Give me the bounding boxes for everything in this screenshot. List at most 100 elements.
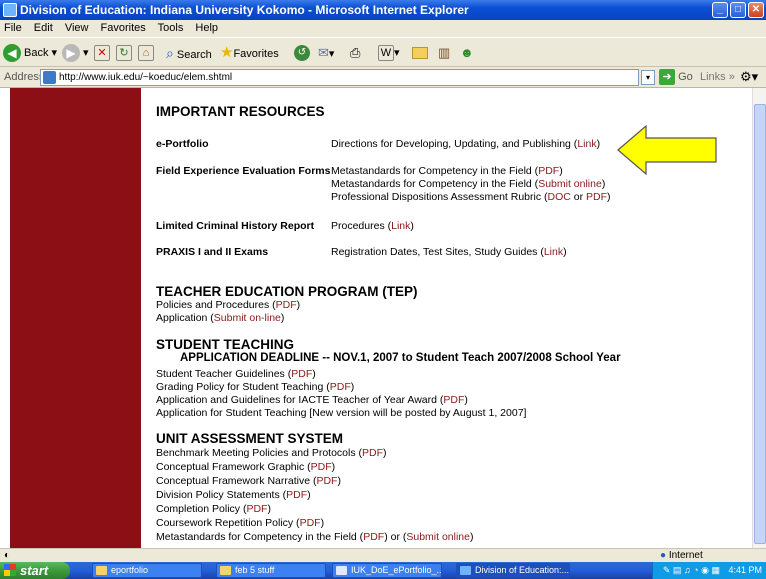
submit-online-link[interactable]: Submit online: [406, 531, 470, 543]
menu-file[interactable]: File: [4, 22, 22, 34]
address-url: http://www.iuk.edu/~koeduc/elem.shtml: [59, 72, 233, 83]
menu-help[interactable]: Help: [195, 22, 218, 34]
pdf-link[interactable]: PDF: [311, 461, 332, 473]
list-item: Application for Student Teaching [New ve…: [156, 407, 527, 419]
minimize-button[interactable]: _: [712, 2, 728, 18]
scrollbar-thumb[interactable]: [754, 104, 766, 544]
menu-favorites[interactable]: Favorites: [101, 22, 146, 34]
tray-icons[interactable]: ✎ ▤ ♫ ◔ ◉ ▦: [663, 565, 720, 575]
forward-button[interactable]: ▶ ▾: [62, 42, 89, 64]
taskbar-item-division-education[interactable]: Division of Education:...: [456, 563, 570, 578]
stop-icon: ✕: [94, 45, 110, 62]
start-button[interactable]: start: [0, 562, 70, 579]
list-item: Division Policy Statements (PDF): [156, 489, 311, 501]
list-item: Grading Policy for Student Teaching (PDF…: [156, 381, 355, 393]
back-arrow-icon: ◀: [3, 44, 21, 63]
search-button[interactable]: ⌕ Search: [166, 42, 212, 64]
resource-line: Metastandards for Competency in the Fiel…: [331, 178, 606, 190]
windows-logo-icon: [4, 564, 16, 576]
menu-view[interactable]: View: [65, 22, 89, 34]
search-icon: ⌕: [166, 45, 174, 61]
resource-line: Directions for Developing, Updating, and…: [331, 138, 601, 150]
pdf-link[interactable]: PDF: [276, 299, 297, 311]
toolbar-extra-icon[interactable]: ⚙▾: [740, 69, 758, 85]
pdf-link[interactable]: PDF: [286, 489, 307, 501]
tep-heading: TEACHER EDUCATION PROGRAM (TEP): [156, 284, 418, 299]
menu-edit[interactable]: Edit: [34, 22, 53, 34]
mail-icon: ✉: [318, 45, 329, 60]
link[interactable]: Link: [544, 246, 563, 258]
resource-line: Professional Dispositions Assessment Rub…: [331, 191, 611, 203]
favorites-button[interactable]: ★Favorites: [220, 42, 279, 64]
mail-button[interactable]: ✉▾: [318, 42, 334, 64]
messenger-button[interactable]: ☻: [460, 42, 474, 64]
stop-button[interactable]: ✕: [94, 42, 110, 64]
back-button[interactable]: ◀ Back ▾: [3, 42, 57, 64]
close-button[interactable]: ✕: [748, 2, 764, 18]
pdf-link[interactable]: PDF: [363, 531, 384, 543]
resource-label-field-forms: Field Experience Evaluation Forms: [156, 165, 331, 177]
link[interactable]: Link: [391, 220, 410, 232]
address-dropdown-button[interactable]: ▾: [641, 70, 655, 85]
history-icon: ↺: [294, 45, 310, 62]
maximize-button[interactable]: □: [730, 2, 746, 18]
pdf-link[interactable]: PDF: [330, 381, 351, 393]
globe-icon: ●: [660, 550, 667, 561]
address-label: Address: [4, 71, 45, 83]
resource-line: Metastandards for Competency in the Fiel…: [331, 165, 563, 177]
menu-bar: File Edit View Favorites Tools Help: [0, 20, 766, 37]
folder-button[interactable]: [412, 42, 428, 64]
important-resources-heading: IMPORTANT RESOURCES: [156, 104, 325, 119]
pdf-link[interactable]: PDF: [443, 394, 464, 406]
ie-status-icon: ◐: [4, 550, 11, 561]
resource-line: Procedures (Link): [331, 220, 414, 232]
go-arrow-icon: ➔: [659, 69, 675, 85]
pdf-link[interactable]: PDF: [246, 503, 267, 515]
resource-label-eportfolio: e-Portfolio: [156, 138, 209, 150]
forward-arrow-icon: ▶: [62, 44, 80, 63]
taskbar-item-eportfolio[interactable]: eportfolio: [92, 563, 202, 578]
links-button[interactable]: Links »: [700, 71, 735, 83]
page-icon: [43, 71, 56, 84]
page-content: IMPORTANT RESOURCES e-Portfolio Directio…: [0, 88, 752, 548]
history-button[interactable]: ↺: [294, 42, 313, 64]
submit-online-link[interactable]: Submit on-line: [214, 312, 281, 324]
list-item: Student Teacher Guidelines (PDF): [156, 368, 316, 380]
home-button[interactable]: ⌂: [138, 42, 154, 64]
edit-button[interactable]: W ▾: [378, 42, 400, 64]
window-title: Division of Education: Indiana Universit…: [20, 3, 469, 17]
list-item: Conceptual Framework Graphic (PDF): [156, 461, 336, 473]
pdf-link[interactable]: PDF: [538, 165, 559, 177]
resource-line: Registration Dates, Test Sites, Study Gu…: [331, 246, 567, 258]
vertical-scrollbar[interactable]: [752, 88, 766, 548]
document-icon: [336, 566, 347, 575]
print-button[interactable]: ⎙: [350, 42, 360, 64]
research-button[interactable]: ▥: [438, 42, 450, 64]
submit-online-link[interactable]: Submit online: [538, 178, 602, 190]
go-button[interactable]: ➔ Go: [659, 69, 693, 85]
list-item: Conceptual Framework Narrative (PDF): [156, 475, 341, 487]
messenger-icon: ☻: [460, 45, 474, 60]
pdf-link[interactable]: PDF: [291, 368, 312, 380]
ie-logo-icon: [3, 3, 17, 17]
application-deadline: APPLICATION DEADLINE -- NOV.1, 2007 to S…: [180, 352, 621, 364]
pdf-link[interactable]: PDF: [586, 191, 607, 203]
address-input[interactable]: http://www.iuk.edu/~koeduc/elem.shtml: [40, 69, 639, 86]
refresh-button[interactable]: ↻: [116, 42, 132, 64]
folder-icon: [96, 566, 107, 575]
list-item: Application and Guidelines for IACTE Tea…: [156, 394, 468, 406]
student-teaching-heading: STUDENT TEACHING: [156, 337, 294, 352]
folder-icon: [412, 47, 428, 60]
taskbar-item-iuk-doe[interactable]: IUK_DoE_ePortfolio_...: [332, 563, 442, 578]
pdf-link[interactable]: PDF: [316, 475, 337, 487]
title-bar[interactable]: Division of Education: Indiana Universit…: [0, 0, 766, 20]
pdf-link[interactable]: PDF: [300, 517, 321, 529]
pdf-link[interactable]: PDF: [362, 447, 383, 459]
doc-link[interactable]: DOC: [548, 191, 571, 203]
taskbar-item-feb5[interactable]: feb 5 stuff: [216, 563, 326, 578]
menu-tools[interactable]: Tools: [158, 22, 184, 34]
clock: 4:41 PM: [728, 565, 762, 575]
link[interactable]: Link: [577, 138, 596, 150]
resource-label-criminal-history: Limited Criminal History Report: [156, 220, 315, 232]
sidebar-band: [10, 88, 141, 548]
